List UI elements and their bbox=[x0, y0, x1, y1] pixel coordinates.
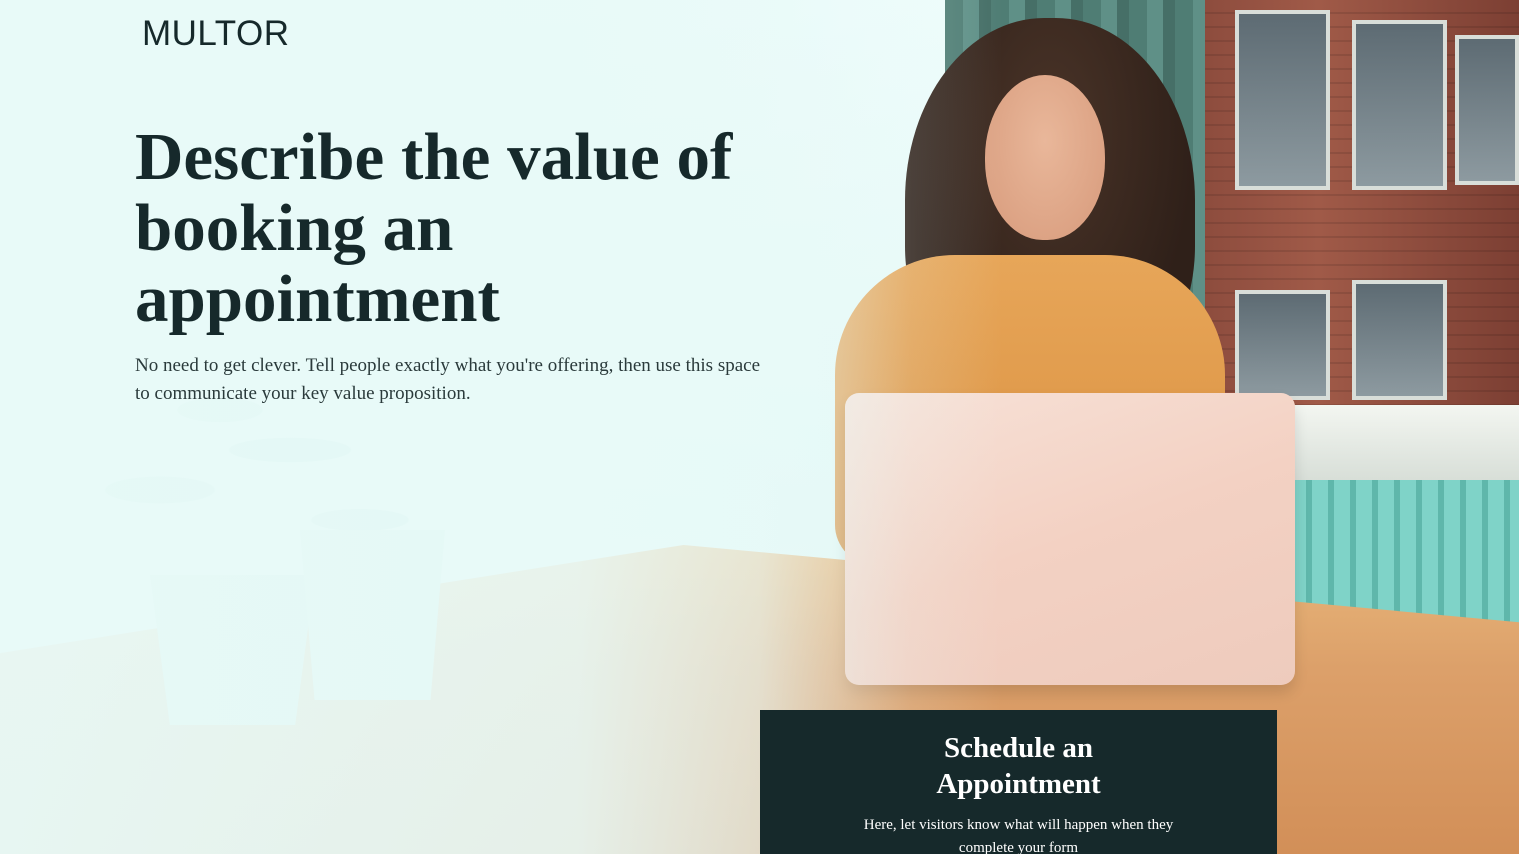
hero-subtext: No need to get clever. Tell people exact… bbox=[135, 355, 761, 404]
form-title: Schedule an Appointment bbox=[936, 732, 1101, 800]
hero-headline: Describe the value of booking an appoint… bbox=[135, 120, 733, 336]
appointment-form-card: Schedule an Appointment Here, let visito… bbox=[760, 710, 1277, 854]
form-description: Here, let visitors know what will happen… bbox=[863, 817, 1174, 854]
brand-logo[interactable]: MULTOR bbox=[142, 14, 290, 54]
